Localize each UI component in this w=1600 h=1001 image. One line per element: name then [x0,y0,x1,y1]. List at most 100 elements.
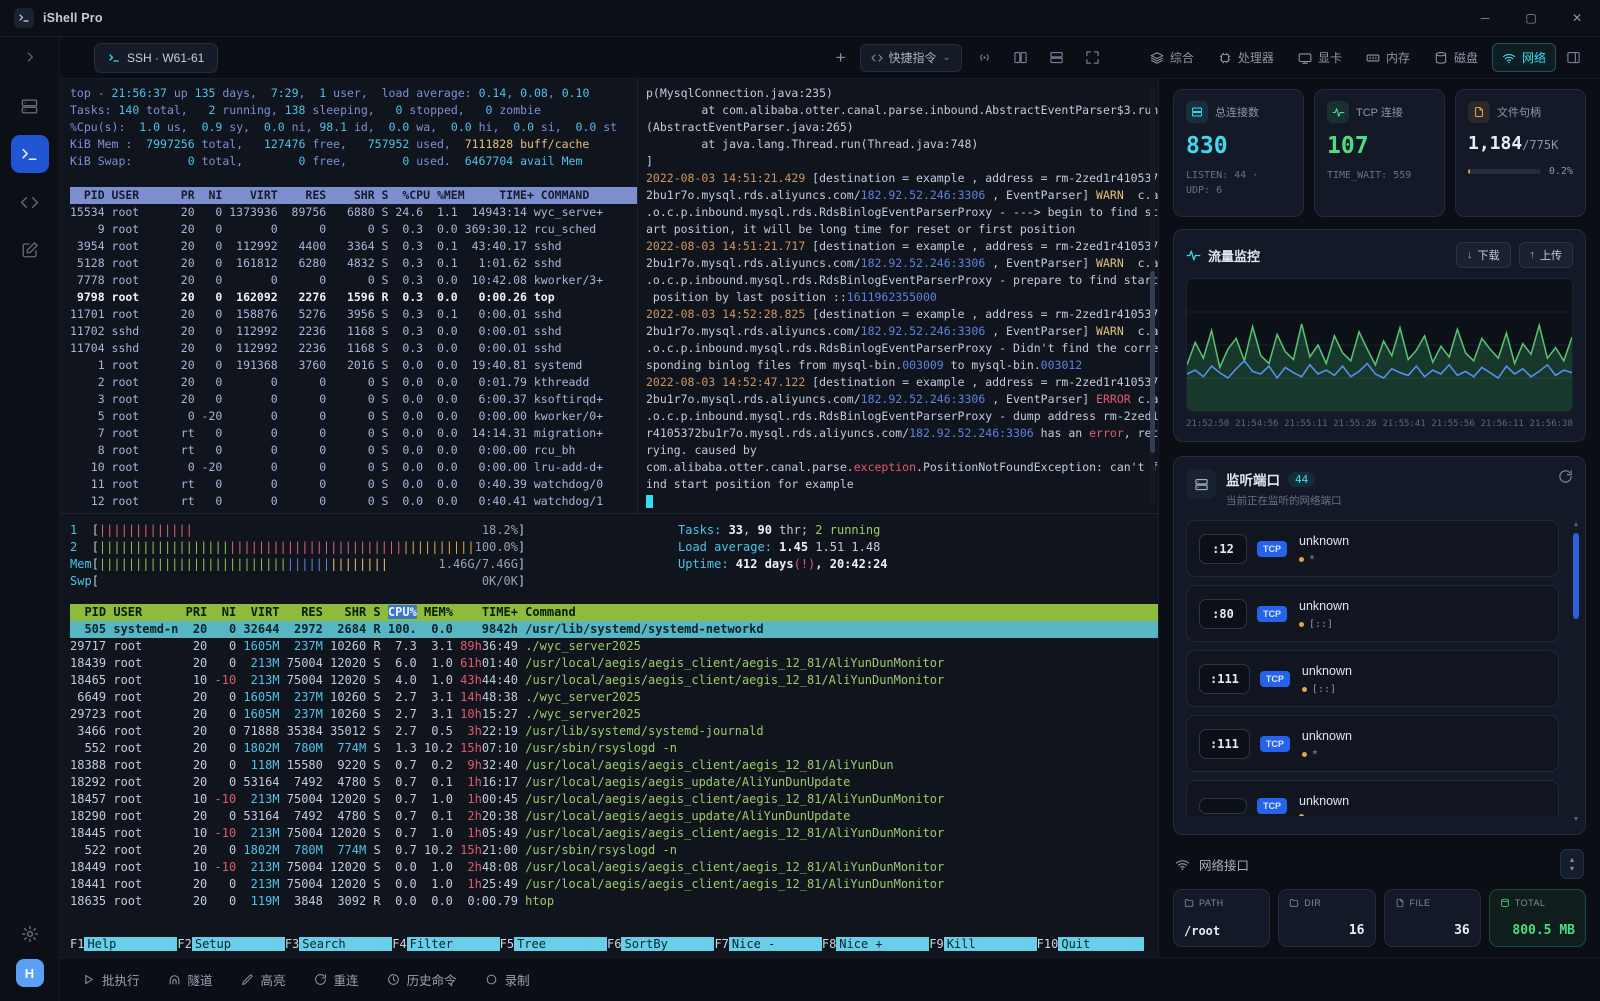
stat-sub: UDP: 6 [1186,183,1291,198]
terminal-action-bar: 批执行 隧道 高亮 重连 历史命令 录制 [60,957,1600,1001]
terminal-line: PID USER PR NI VIRT RES SHR S %CPU %MEM … [70,187,637,204]
scroll-down-icon[interactable]: ▼ [1573,816,1580,824]
new-tab-button[interactable]: + [832,48,850,68]
connections-icon [1186,101,1208,123]
action-label: 高亮 [261,970,286,989]
port-number-chip: :80 [1199,599,1247,629]
terminal-line: 18445 root 10 -10 213M 75004 12020 S 0.7… [70,825,1158,842]
port-process-name: unknown [1302,664,1352,678]
sidebar-item-snippets[interactable] [11,183,49,221]
user-avatar[interactable]: H [16,959,44,987]
sidebar-expand-icon[interactable] [23,45,37,69]
interface-stepper[interactable]: ▴▾ [1560,849,1584,879]
sidebar-item-terminal[interactable] [11,135,49,173]
titlebar: iShell Pro ─ ▢ ✕ [0,0,1600,37]
settings-gear-icon[interactable] [21,925,39,943]
nav-item-cpu[interactable]: 处理器 [1208,43,1284,72]
terminal-line: at java.lang.Thread.run(Thread.java:748) [646,136,1158,153]
play-icon [82,973,95,986]
file-count-card: FILE 36 [1384,889,1481,947]
port-list[interactable]: :12 TCP unknown * :80 TCP unknown [1186,520,1573,816]
split-horizontal-icon[interactable] [1044,46,1070,70]
history-commands-button[interactable]: 历史命令 [387,970,457,989]
fn-key-f4[interactable]: F4Filter [392,937,499,951]
port-list-item[interactable]: TCP unknown [1186,780,1559,816]
nav-item-memory[interactable]: 内存 [1356,43,1420,72]
nav-item-network[interactable]: 网络 [1492,43,1556,72]
fn-key-f1[interactable]: F1Help [70,937,177,951]
stepper-up-icon[interactable]: ▴ [1570,855,1574,864]
chevron-down-icon: ⌄ [943,52,951,63]
fn-key-f7[interactable]: F7Nice - [714,937,821,951]
terminal-line: 18388 root 20 0 118M 15580 9220 S 0.7 0.… [70,757,1158,774]
fn-key-f2[interactable]: F2Setup [177,937,284,951]
path-label: PATH [1199,898,1224,908]
terminal-line: 2022-08-03 14:52:47.122 [destination = e… [646,374,1158,391]
minimize-button[interactable]: ─ [1462,0,1508,36]
terminal-line [646,493,1158,510]
terminal-line: .o.c.p.inbound.mysql.rds.RdsBinlogEventP… [646,204,1158,221]
terminal-log-output[interactable]: p(MysqlConnection.java:235) at com.aliba… [638,79,1158,513]
sidebar-item-editor[interactable] [11,231,49,269]
protocol-badge: TCP [1257,606,1287,622]
stepper-down-icon[interactable]: ▾ [1570,864,1574,873]
fn-key-f8[interactable]: F8Nice + [822,937,929,951]
maximize-button[interactable]: ▢ [1508,0,1554,36]
quick-command-button[interactable]: 快捷指令 ⌄ [860,44,962,72]
tcp-pulse-icon [1327,101,1349,123]
fn-key-f6[interactable]: F6SortBy [607,937,714,951]
terminal-htop-output[interactable]: 1 [||||||||||||| 18.2%]2 [||||||||||||||… [60,514,1158,957]
port-list-item[interactable]: :111 TCP unknown [::] [1186,650,1559,707]
terminal-top-output[interactable]: top - 21:56:37 up 135 days, 7:29, 1 user… [60,79,638,513]
split-vertical-icon[interactable] [1008,46,1034,70]
fn-key-f10[interactable]: F10Quit [1037,937,1144,951]
download-toggle-button[interactable]: ↓ 下载 [1456,242,1511,268]
port-list-item[interactable]: :80 TCP unknown [::] [1186,585,1559,642]
scroll-up-icon[interactable]: ▲ [1573,521,1580,529]
network-interfaces-row[interactable]: 网络接口 ▴▾ [1173,849,1586,879]
terminal-line: Tasks: 33, 90 thr; 2 running [678,522,888,539]
x-axis-tick: 21:56:38 [1530,419,1573,429]
port-list-item[interactable]: :111 TCP unknown * [1186,715,1559,772]
tunnel-button[interactable]: 隧道 [168,970,213,989]
x-axis-tick: 21:54:56 [1235,419,1278,429]
fn-key-f9[interactable]: F9Kill [929,937,1036,951]
broadcast-icon[interactable] [972,46,998,70]
port-list-scrollbar[interactable]: ▲ ▼ [1571,521,1581,824]
reconnect-button[interactable]: 重连 [314,970,359,989]
port-bind-address: [::] [1312,684,1336,695]
stat-value-suffix: /775K [1522,138,1558,152]
traffic-chart [1186,278,1573,412]
htop-summary: Tasks: 33, 90 thr; 2 runningLoad average… [678,522,888,573]
record-button[interactable]: 录制 [485,970,530,989]
sidebar-item-hosts[interactable] [11,87,49,125]
htop-function-key-bar[interactable]: F1HelpF2SetupF3SearchF4FilterF5TreeF6Sor… [70,937,1144,951]
port-number-chip: :111 [1199,729,1250,759]
terminal-line: 18439 root 20 0 213M 75004 12020 S 6.0 1… [70,655,1158,672]
nav-item-disk[interactable]: 磁盘 [1424,43,1488,72]
status-dot [1302,752,1307,757]
nav-item-overview[interactable]: 综合 [1140,43,1204,72]
upload-toggle-button[interactable]: ↑ 上传 [1519,242,1574,268]
port-list-item[interactable]: :12 TCP unknown * [1186,520,1559,577]
terminal-line: 11701 root 20 0 158876 5276 3956 S 0.3 0… [70,306,637,323]
action-label: 录制 [505,970,530,989]
terminal-line: 505 systemd-n 20 0 32644 2972 2684 R 100… [70,621,1158,638]
terminal-area: top - 21:56:37 up 135 days, 7:29, 1 user… [60,79,1158,957]
nav-item-gpu[interactable]: 显卡 [1288,43,1352,72]
fullscreen-icon[interactable] [1080,46,1106,70]
fn-key-f3[interactable]: F3Search [285,937,392,951]
terminal-line: 2022-08-03 14:51:21.717 [destination = e… [646,238,1158,255]
highlight-button[interactable]: 高亮 [241,970,286,989]
fn-key-f5[interactable]: F5Tree [500,937,607,951]
batch-execute-button[interactable]: 批执行 [82,970,140,989]
refresh-icon[interactable] [1558,469,1573,484]
protocol-badge: TCP [1260,671,1290,687]
toggle-right-panel-icon[interactable] [1560,46,1586,70]
app-title: iShell Pro [43,11,103,25]
terminal-line: at com.alibaba.otter.canal.parse.inbound… [646,102,1158,119]
terminal-line: 5 root 0 -20 0 0 0 S 0.0 0.0 0:00.00 kwo… [70,408,637,425]
close-button[interactable]: ✕ [1554,0,1600,36]
tab-ssh-session[interactable]: SSH · W61-61 [94,43,218,73]
log-scrollbar[interactable] [1150,89,1155,503]
